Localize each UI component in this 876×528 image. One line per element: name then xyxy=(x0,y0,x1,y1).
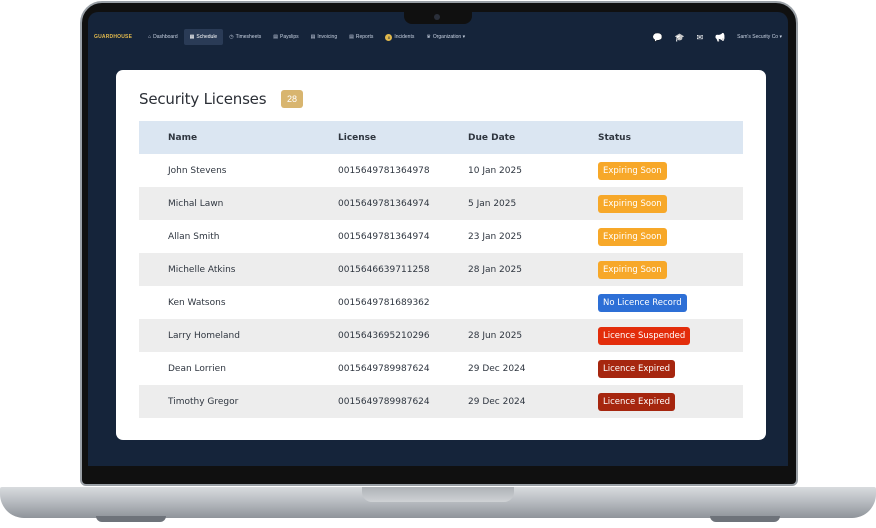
nav-item-label: Organization ▾ xyxy=(432,34,466,40)
nav-item-payslips[interactable]: ▤ Payslips xyxy=(267,29,304,45)
status-badge: Expiring Soon xyxy=(598,161,667,180)
organization-icon: ♛ xyxy=(426,34,431,40)
cell-status: Expiring Soon xyxy=(598,154,743,187)
cell-status: Expiring Soon xyxy=(598,253,743,286)
column-header-name[interactable]: Name xyxy=(139,121,338,154)
cell-name: Timothy Gregor xyxy=(168,396,239,407)
nav-item-label: Payslips xyxy=(280,34,299,40)
cell-due-date: 28 Jun 2025 xyxy=(468,330,523,341)
column-header-due-date[interactable]: Due Date xyxy=(468,121,598,154)
cell-status: Expiring Soon xyxy=(598,187,743,220)
nav-item-schedule[interactable]: ▦ Schedule xyxy=(183,29,224,45)
table-row[interactable]: Larry Homeland 0015643695210296 28 Jun 202… xyxy=(139,319,743,352)
cell-due-date: 10 Jan 2025 xyxy=(468,165,522,176)
nav-item-reports[interactable]: ▤ Reports xyxy=(343,29,379,45)
cell-name: Michal Lawn xyxy=(168,198,224,209)
top-navigation: GUARDHOUSE ⌂ Dashboard ▦ Schedule ◷ Timesheet… xyxy=(88,26,788,48)
nav-right-icons: 💬 🎓 ✉ 📢 xyxy=(653,33,726,42)
camera-lens xyxy=(434,14,440,20)
cell-due-date: 29 Dec 2024 xyxy=(468,396,526,407)
column-header-status[interactable]: Status xyxy=(598,121,743,154)
nav-item-invoicing[interactable]: ▤ Invoicing xyxy=(305,29,343,45)
nav-item-label: Dashboard xyxy=(153,34,178,40)
nav-item-dashboard[interactable]: ⌂ Dashboard xyxy=(142,29,184,45)
status-badge: Licence Suspended xyxy=(598,326,691,345)
nav-item-organization[interactable]: ♛ Organization ▾ xyxy=(420,29,471,45)
home-icon: ⌂ xyxy=(148,34,152,40)
cell-name: Dean Lorrien xyxy=(168,363,226,374)
status-badge: Licence Expired xyxy=(598,359,676,378)
cell-license: 0015649781364978 xyxy=(338,165,430,176)
calendar-icon: ▦ xyxy=(189,34,195,40)
cell-license: 0015649781689362 xyxy=(338,297,430,308)
cell-due-date: 23 Jan 2025 xyxy=(468,231,522,242)
status-badge: Expiring Soon xyxy=(598,227,667,246)
cell-name: Larry Homeland xyxy=(168,330,240,341)
nav-item-label: Schedule xyxy=(196,34,218,40)
nav-items: ⌂ Dashboard ▦ Schedule ◷ Timesheets ▤ Payslips ▤… xyxy=(142,29,471,46)
clock-icon: ◷ xyxy=(229,34,234,40)
cell-status: Licence Suspended xyxy=(598,319,743,352)
page-title: Security Licenses xyxy=(139,90,267,108)
nav-right-tools: 💬 🎓 ✉ 📢 Sam's Security Co ▾ xyxy=(653,26,782,48)
graduation-cap-icon[interactable]: 🎓 xyxy=(674,33,684,42)
license-count-badge: 28 xyxy=(281,90,303,108)
laptop-base-lip xyxy=(362,487,514,502)
account-menu[interactable]: Sam's Security Co ▾ xyxy=(737,34,782,40)
chat-icon[interactable]: 💬 xyxy=(653,33,663,42)
table-row[interactable]: Ken Watsons 0015649781689362 No Licence Re… xyxy=(139,286,743,319)
cell-name: Ken Watsons xyxy=(168,297,226,308)
cell-name: John Stevens xyxy=(168,165,227,176)
table-row[interactable]: Allan Smith 0015649781364974 23 Jan 2025 Ex… xyxy=(139,220,743,253)
cell-license: 0015643695210296 xyxy=(338,330,430,341)
app-screen: GUARDHOUSE ⌂ Dashboard ▦ Schedule ◷ Timesheet… xyxy=(88,12,788,466)
incident-badge-icon: 8 xyxy=(385,33,393,41)
licenses-table: Name License Due Date Status John Steven… xyxy=(139,121,743,418)
security-licenses-card: Security Licenses 28 Name License Due Da… xyxy=(116,70,766,440)
cell-name: Michelle Atkins xyxy=(168,264,236,275)
cell-license: 0015649789987624 xyxy=(338,363,430,374)
nav-item-label: Reports xyxy=(355,34,374,40)
cell-due-date: 29 Dec 2024 xyxy=(468,363,526,374)
megaphone-icon[interactable]: 📢 xyxy=(715,33,725,42)
status-badge: No Licence Record xyxy=(598,293,687,312)
invoice-icon: ▤ xyxy=(310,34,316,40)
cell-status: Licence Expired xyxy=(598,385,743,418)
table-body: John Stevens 0015649781364978 10 Jan 2025 E… xyxy=(139,154,743,418)
laptop-foot-left xyxy=(96,516,166,522)
nav-item-label: Incidents xyxy=(394,34,415,40)
cell-due-date xyxy=(468,286,598,319)
nav-item-incidents[interactable]: 8 Incidents xyxy=(379,29,420,46)
laptop-foot-right xyxy=(710,516,780,522)
cell-name: Allan Smith xyxy=(168,231,220,242)
cell-license: 0015649781364974 xyxy=(338,198,430,209)
table-row[interactable]: Michelle Atkins 0015646639711258 28 Jan 20… xyxy=(139,253,743,286)
nav-item-label: Invoicing xyxy=(317,34,338,40)
nav-item-timesheets[interactable]: ◷ Timesheets xyxy=(223,29,267,45)
cell-license: 0015646639711258 xyxy=(338,264,430,275)
report-icon: ▤ xyxy=(349,34,354,40)
cell-status: No Licence Record xyxy=(598,286,743,319)
mail-icon[interactable]: ✉ xyxy=(696,33,703,42)
table-row[interactable]: Michal Lawn 0015649781364974 5 Jan 2025 Exp… xyxy=(139,187,743,220)
cell-due-date: 28 Jan 2025 xyxy=(468,264,522,275)
status-badge: Licence Expired xyxy=(598,392,676,411)
brand-logo[interactable]: GUARDHOUSE xyxy=(94,34,132,40)
column-header-license[interactable]: License xyxy=(338,121,468,154)
table-row[interactable]: Dean Lorrien 0015649789987624 29 Dec 2024 L… xyxy=(139,352,743,385)
table-row[interactable]: Timothy Gregor 0015649789987624 29 Dec 202… xyxy=(139,385,743,418)
cell-status: Expiring Soon xyxy=(598,220,743,253)
status-badge: Expiring Soon xyxy=(598,194,667,213)
table-row[interactable]: John Stevens 0015649781364978 10 Jan 2025 E… xyxy=(139,154,743,187)
cell-due-date: 5 Jan 2025 xyxy=(468,198,517,209)
table-header-row: Name License Due Date Status xyxy=(139,121,743,154)
cell-status: Licence Expired xyxy=(598,352,743,385)
cell-license: 0015649789987624 xyxy=(338,396,430,407)
status-badge: Expiring Soon xyxy=(598,260,667,279)
cell-license: 0015649781364974 xyxy=(338,231,430,242)
list-icon: ▤ xyxy=(273,34,278,40)
nav-item-label: Timesheets xyxy=(235,34,262,40)
